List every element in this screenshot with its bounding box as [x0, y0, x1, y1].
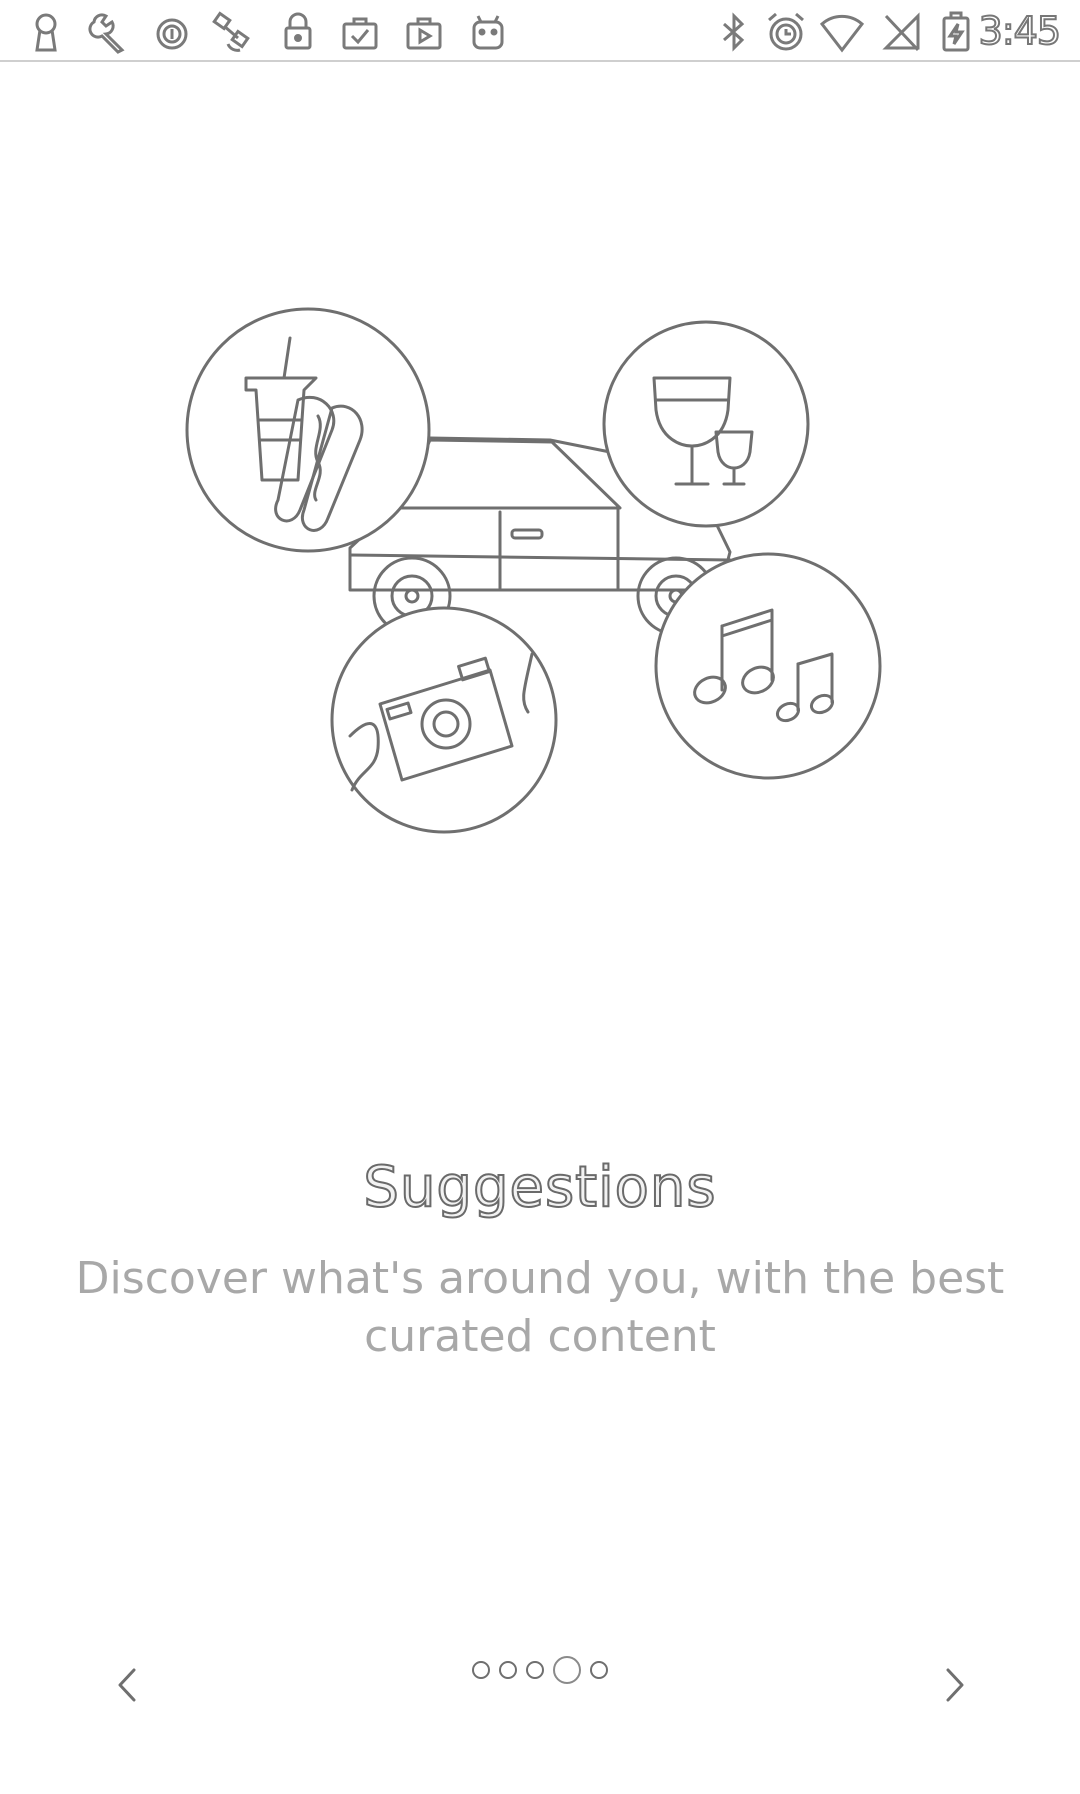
- page-description: Discover what's around you, with the bes…: [75, 1253, 1005, 1362]
- page-dot[interactable]: [499, 1661, 517, 1679]
- drink-hotdog-icon: [185, 307, 431, 553]
- suggestions-illustration: [185, 307, 882, 834]
- wine-glasses-icon: [602, 320, 810, 528]
- chevron-right-icon: [946, 1668, 964, 1702]
- page-dot-active[interactable]: [553, 1656, 581, 1684]
- next-button[interactable]: [924, 1660, 984, 1710]
- page-dot[interactable]: [526, 1661, 544, 1679]
- music-notes-icon: [654, 552, 882, 780]
- page-title: Suggestions: [362, 1154, 717, 1221]
- page-dot[interactable]: [472, 1661, 490, 1679]
- page-indicator: [0, 1650, 1080, 1690]
- page-dot[interactable]: [590, 1661, 608, 1679]
- camera-icon: [330, 606, 558, 834]
